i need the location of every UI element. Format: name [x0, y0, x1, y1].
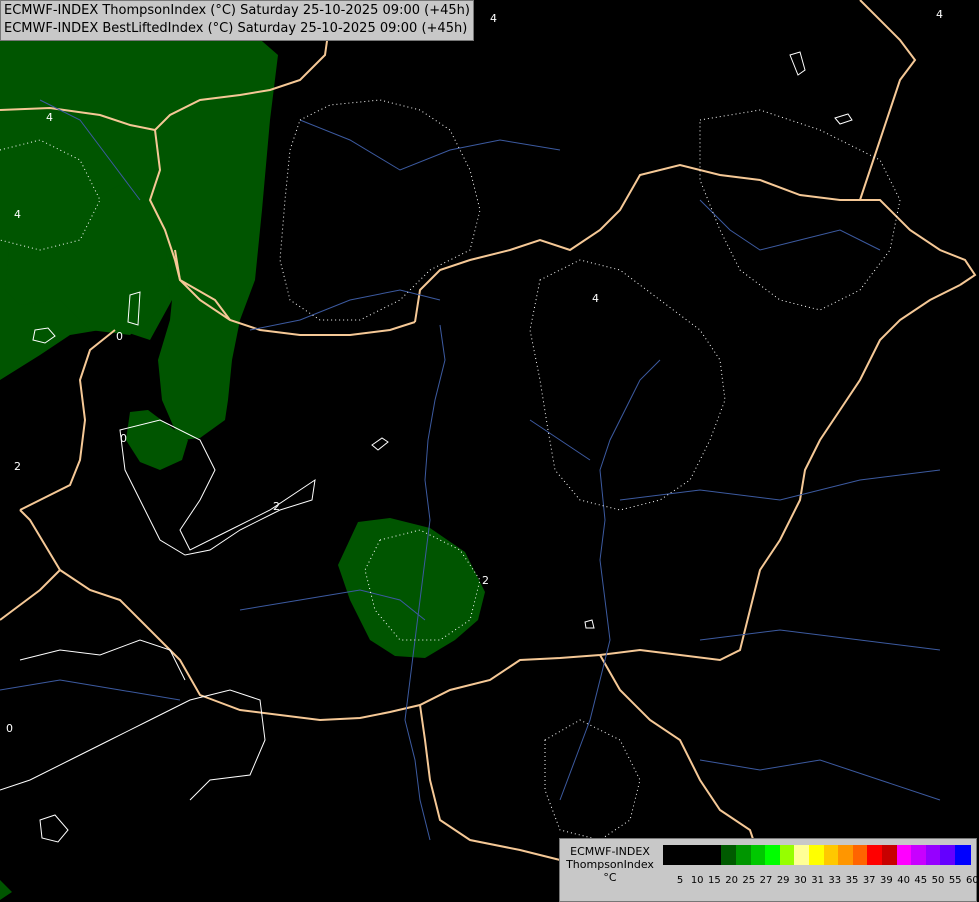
legend-swatch [896, 845, 913, 865]
legend-tick: 55 [948, 875, 962, 886]
legend-swatch [911, 845, 928, 865]
legend-tick: 45 [914, 875, 928, 886]
contour-label: 4 [936, 8, 943, 21]
contour-label: 4 [592, 292, 599, 305]
legend-tick: 60 [966, 875, 979, 886]
legend-swatch [663, 845, 679, 865]
legend-swatch [823, 845, 840, 865]
contour-label: 4 [14, 208, 21, 221]
map-title-box: ECMWF-INDEX ThompsonIndex (°C) Saturday … [0, 0, 474, 41]
legend-tick: 50 [931, 875, 945, 886]
legend-parameter: ThompsonIndex [566, 858, 654, 871]
legend-swatch [706, 845, 723, 865]
legend-swatch [838, 845, 855, 865]
contour-label: 2 [482, 574, 489, 587]
legend-tick: 39 [880, 875, 893, 886]
contour-label: 0 [120, 432, 127, 445]
legend-tick: 29 [776, 875, 790, 886]
forecast-map: 4 4 4 4 2 2 0 0 2 0 4 [0, 0, 979, 900]
legend-tick: 25 [742, 875, 756, 886]
legend-tick: 10 [690, 875, 704, 886]
legend-tick: 31 [811, 875, 824, 886]
legend-tick: 35 [845, 875, 859, 886]
legend-swatch [736, 845, 752, 865]
legend-tick: 40 [897, 875, 910, 886]
legend-swatch [955, 845, 971, 865]
legend-swatch [940, 845, 957, 865]
legend-swatch [794, 845, 811, 865]
contour-label: 4 [46, 111, 53, 124]
legend-swatch [779, 845, 796, 865]
legend-swatch [721, 845, 738, 865]
contour-label: 4 [490, 12, 497, 25]
legend-tick: 27 [759, 875, 773, 886]
legend-tick: 33 [828, 875, 842, 886]
legend-unit: °C [603, 871, 617, 884]
legend-tick: 5 [676, 875, 684, 886]
contour-label: 0 [116, 330, 123, 343]
legend-swatch [750, 845, 767, 865]
legend-swatch [677, 845, 694, 865]
legend-swatch [852, 845, 869, 865]
legend-label: ECMWF-INDEX ThompsonIndex °C [560, 845, 660, 884]
legend-model: ECMWF-INDEX [570, 845, 650, 858]
legend-tick: 37 [862, 875, 876, 886]
lifted-index-title: ECMWF-INDEX BestLiftedIndex (°C) Saturda… [4, 21, 468, 36]
color-legend: ECMWF-INDEX ThompsonIndex °C 5 10 15 20 25 27… [559, 838, 979, 902]
legend-swatch [765, 845, 782, 865]
legend-swatch [925, 845, 942, 865]
contour-label: 2 [273, 500, 280, 513]
legend-swatch [882, 845, 898, 865]
legend-swatch [867, 845, 884, 865]
legend-tick: 15 [708, 875, 721, 886]
legend-swatch [809, 845, 825, 865]
contour-label: 0 [6, 722, 13, 735]
legend-tick: 20 [725, 875, 738, 886]
legend-swatch [692, 845, 709, 865]
legend-tick: 30 [794, 875, 807, 886]
contour-label: 2 [14, 460, 21, 473]
thompson-index-title: ECMWF-INDEX ThompsonIndex (°C) Saturday … [4, 3, 470, 18]
